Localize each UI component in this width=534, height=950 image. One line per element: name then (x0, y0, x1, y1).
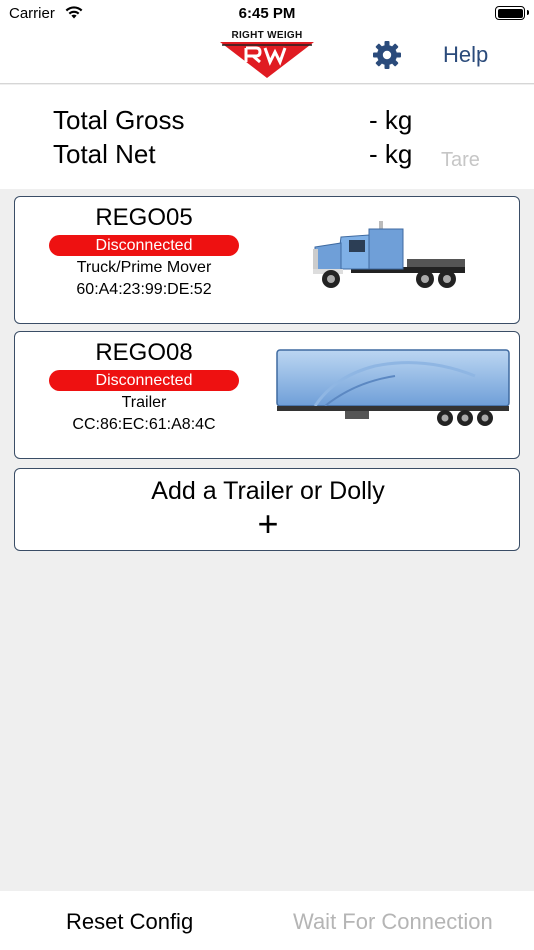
vehicle-name: REGO05 (95, 204, 193, 231)
total-net-value: - kg (369, 139, 413, 169)
total-gross-label: Total Gross (53, 105, 185, 135)
vehicle-name: REGO08 (95, 339, 193, 366)
total-gross-value: - kg (369, 105, 413, 135)
reset-config-button[interactable]: Reset Config (66, 909, 193, 935)
gear-icon[interactable] (372, 40, 402, 75)
vehicle-card-trailer[interactable]: REGO08 Disconnected Trailer CC:86:EC:61:… (14, 331, 520, 459)
help-button[interactable]: Help (443, 42, 488, 68)
totals-panel: Total Gross - kg Total Net - kg Tare (0, 85, 534, 189)
status-bar: Carrier 6:45 PM (0, 0, 534, 28)
vehicle-mac-address: 60:A4:23:99:DE:52 (76, 281, 212, 298)
logo-wordmark: RIGHT WEIGH (231, 30, 303, 41)
right-weigh-logo: RIGHT WEIGH (216, 30, 318, 80)
vehicle-type: Trailer (121, 394, 167, 411)
trailer-image (276, 349, 510, 426)
add-trailer-label: Add a Trailer or Dolly (151, 477, 385, 505)
status-badge: Disconnected (49, 370, 239, 391)
vehicle-type: Truck/Prime Mover (76, 259, 212, 276)
wait-for-connection-button[interactable]: Wait For Connection (293, 909, 493, 935)
bottom-toolbar: Reset Config Wait For Connection (0, 891, 534, 950)
tare-button[interactable]: Tare (441, 149, 480, 172)
truck-image (313, 221, 465, 288)
status-badge: Disconnected (49, 235, 239, 256)
plus-icon: + (257, 503, 279, 544)
logo-emblem (220, 42, 314, 78)
total-net-label: Total Net (53, 139, 156, 169)
navigation-bar: RIGHT WEIGH Help (0, 28, 534, 84)
clock: 6:45 PM (238, 5, 296, 22)
vehicle-mac-address: CC:86:EC:61:A8:4C (72, 416, 216, 433)
battery-icon (495, 6, 529, 20)
add-trailer-button[interactable]: Add a Trailer or Dolly + (14, 468, 520, 551)
vehicle-card-truck[interactable]: REGO05 Disconnected Truck/Prime Mover 60… (14, 196, 520, 324)
